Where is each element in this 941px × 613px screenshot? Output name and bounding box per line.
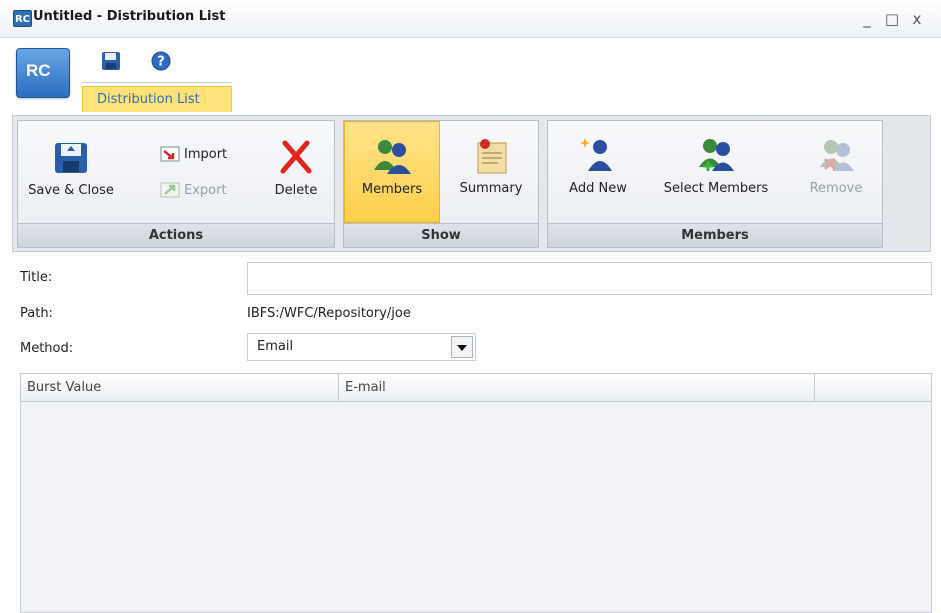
members-grid: Burst Value E-mail bbox=[20, 373, 932, 613]
remove-label: Remove bbox=[809, 181, 863, 196]
save-close-button[interactable]: Save & Close bbox=[28, 137, 114, 198]
members-view-button[interactable]: Members bbox=[344, 121, 440, 223]
export-label: Export bbox=[184, 182, 227, 198]
method-select[interactable]: Email bbox=[247, 333, 476, 361]
remove-member-icon bbox=[820, 140, 854, 171]
ribbon: Save & Close Import Export Delete Action… bbox=[12, 115, 931, 252]
grid-header: Burst Value E-mail bbox=[21, 374, 931, 402]
svg-text:?: ? bbox=[157, 55, 165, 70]
window-titlebar: RC Untitled - Distribution List _ □ x bbox=[0, 0, 941, 38]
method-selected-value: Email bbox=[257, 339, 294, 354]
select-members-button[interactable]: Select Members bbox=[652, 135, 780, 196]
tab-distribution-list[interactable]: Distribution List bbox=[82, 86, 232, 112]
delete-icon bbox=[280, 140, 312, 174]
summary-label: Summary bbox=[459, 181, 523, 196]
export-button[interactable]: Export bbox=[160, 181, 227, 199]
summary-button[interactable]: Summary bbox=[446, 135, 536, 196]
save-close-icon bbox=[55, 143, 87, 173]
summary-icon bbox=[477, 139, 507, 174]
add-new-button[interactable]: Add New bbox=[556, 135, 640, 196]
delete-button[interactable]: Delete bbox=[264, 137, 328, 198]
column-header-extra[interactable] bbox=[815, 374, 931, 402]
members-group-label: Members bbox=[548, 223, 882, 247]
members-group: Add New Select Members Remove Members bbox=[547, 120, 883, 248]
save-icon[interactable] bbox=[100, 50, 122, 72]
app-logo-text: RC bbox=[26, 61, 51, 80]
close-button[interactable]: x bbox=[908, 10, 926, 28]
add-new-member-icon bbox=[580, 138, 612, 171]
select-members-icon bbox=[699, 139, 734, 171]
import-label: Import bbox=[184, 146, 228, 162]
actions-group-label: Actions bbox=[18, 223, 334, 247]
method-label: Method: bbox=[20, 341, 74, 356]
members-view-label: Members bbox=[361, 182, 423, 197]
members-icon bbox=[374, 140, 411, 174]
path-label: Path: bbox=[20, 306, 53, 321]
select-members-label: Select Members bbox=[663, 181, 769, 196]
import-icon bbox=[160, 146, 180, 162]
maximize-button[interactable]: □ bbox=[883, 10, 901, 28]
ribbon-tab-divider bbox=[82, 82, 232, 83]
actions-group: Save & Close Import Export Delete Action… bbox=[17, 120, 335, 248]
save-close-label: Save & Close bbox=[28, 183, 114, 198]
show-group: Members Summary Show bbox=[343, 120, 539, 248]
app-badge-icon: RC bbox=[13, 10, 32, 27]
help-icon[interactable]: ? bbox=[150, 50, 172, 72]
column-header-burst-value[interactable]: Burst Value bbox=[21, 374, 339, 402]
window-title: Untitled - Distribution List bbox=[33, 9, 226, 24]
grid-body[interactable] bbox=[21, 402, 931, 612]
minimize-button[interactable]: _ bbox=[858, 10, 876, 28]
path-value: IBFS:/WFC/Repository/joe bbox=[247, 306, 411, 321]
delete-label: Delete bbox=[274, 183, 318, 198]
title-input[interactable] bbox=[247, 262, 932, 295]
add-new-label: Add New bbox=[569, 181, 627, 196]
app-menu-button[interactable]: RC bbox=[16, 48, 70, 98]
title-label: Title: bbox=[20, 270, 53, 285]
import-button[interactable]: Import bbox=[160, 145, 227, 163]
export-icon bbox=[160, 182, 180, 198]
remove-button[interactable]: Remove bbox=[798, 135, 874, 196]
column-header-email[interactable]: E-mail bbox=[339, 374, 815, 402]
show-group-label: Show bbox=[344, 223, 538, 247]
chevron-down-icon[interactable] bbox=[451, 336, 473, 358]
